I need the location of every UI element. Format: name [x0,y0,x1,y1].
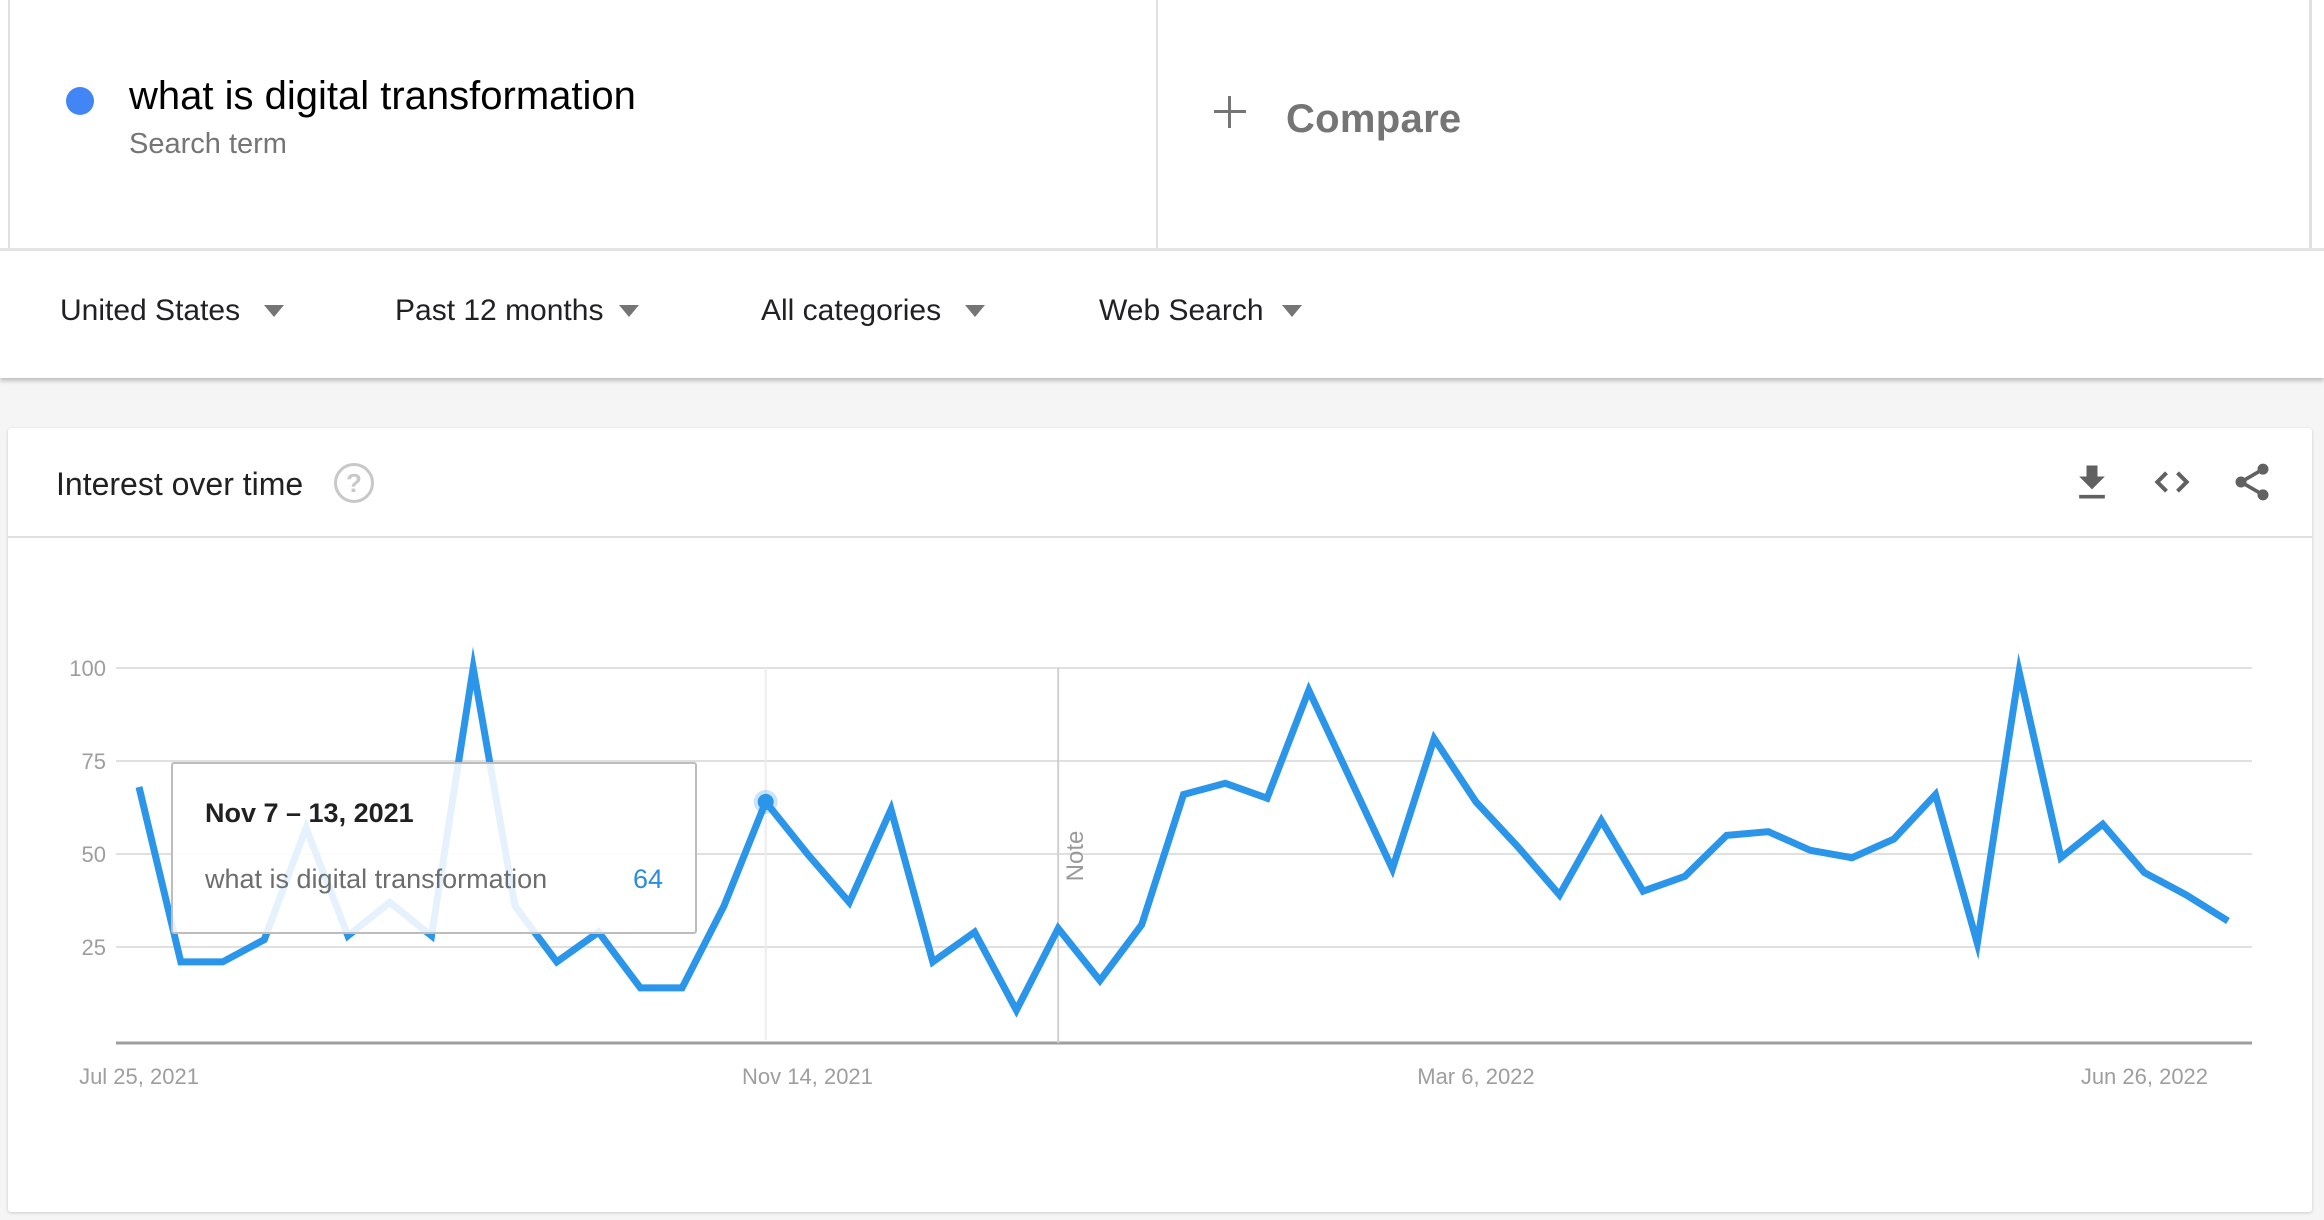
x-tick-label: Jun 26, 2022 [2081,1064,2208,1089]
chart-tooltip: Nov 7 – 13, 2021 what is digital transfo… [171,762,697,934]
y-tick-label: 75 [82,749,106,774]
x-tick-label: Jul 25, 2021 [79,1064,199,1089]
note-annotation[interactable]: Note [1057,668,1089,1043]
tooltip-date: Nov 7 – 13, 2021 [205,798,414,828]
x-tick-label: Mar 6, 2022 [1417,1064,1534,1089]
y-tick-label: 25 [82,935,106,960]
y-tick-label: 100 [69,656,106,681]
x-tick-label: Nov 14, 2021 [742,1064,873,1089]
interest-line-chart[interactable]: 25 50 75 100 Jul 25, 2021 Nov 14, 2021 Mar 6,… [0,0,2324,1220]
note-label: Note [1062,831,1089,882]
tooltip-term: what is digital transformation [205,864,548,894]
x-axis-ticks: Jul 25, 2021 Nov 14, 2021 Mar 6, 2022 Jun 2… [79,1064,2208,1089]
y-axis-ticks: 25 50 75 100 [69,656,106,960]
tooltip-value: 64 [632,864,663,894]
highlight-point [757,793,774,810]
y-tick-label: 50 [82,842,106,867]
